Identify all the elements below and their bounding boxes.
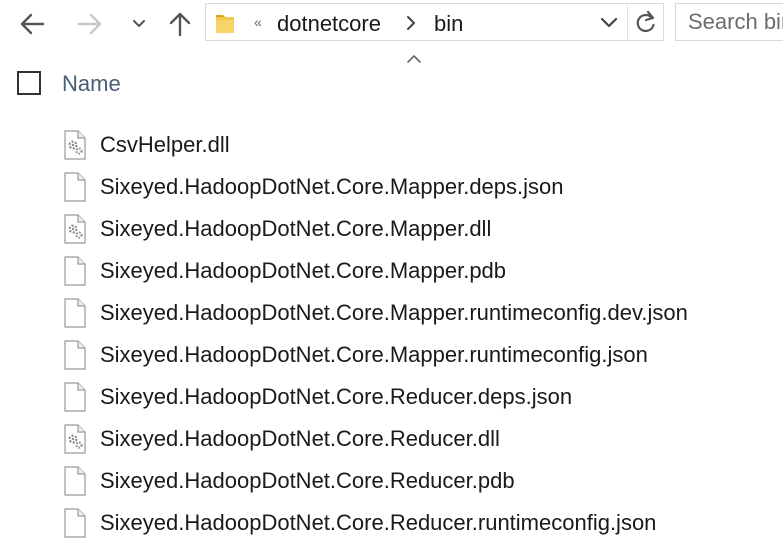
list-item[interactable]: Sixeyed.HadoopDotNet.Core.Mapper.runtime… <box>0 334 783 376</box>
file-name: Sixeyed.HadoopDotNet.Core.Reducer.pdb <box>100 468 515 493</box>
generic-file-icon <box>64 382 86 412</box>
address-divider <box>627 4 628 40</box>
file-name: Sixeyed.HadoopDotNet.Core.Mapper.runtime… <box>100 342 648 367</box>
refresh-button[interactable] <box>629 4 663 40</box>
chevron-down-icon <box>133 20 145 27</box>
generic-file-icon <box>64 172 86 202</box>
generic-file-icon <box>64 256 86 286</box>
generic-file-icon <box>64 508 86 538</box>
dll-file-icon <box>64 214 86 244</box>
up-button[interactable] <box>162 6 198 42</box>
column-header-name[interactable]: Name <box>62 69 121 99</box>
folder-icon <box>216 15 234 33</box>
generic-file-icon <box>64 466 86 496</box>
breadcrumb-overflow-button[interactable]: « <box>254 11 262 33</box>
list-item[interactable]: CsvHelper.dll <box>0 124 783 166</box>
file-name: Sixeyed.HadoopDotNet.Core.Mapper.deps.js… <box>100 174 564 199</box>
breadcrumb-separator-icon[interactable] <box>404 15 418 31</box>
dll-file-icon <box>64 130 86 160</box>
navigation-toolbar: « dotnetcore bin <box>0 0 783 48</box>
address-bar[interactable]: « dotnetcore bin <box>205 3 664 41</box>
file-name: Sixeyed.HadoopDotNet.Core.Mapper.runtime… <box>100 300 688 325</box>
select-all-checkbox[interactable] <box>17 71 41 95</box>
search-input[interactable] <box>676 4 783 40</box>
file-name: Sixeyed.HadoopDotNet.Core.Reducer.runtim… <box>100 510 657 535</box>
breadcrumb-dotnetcore[interactable]: dotnetcore <box>277 11 381 37</box>
generic-file-icon <box>64 340 86 370</box>
list-item[interactable]: Sixeyed.HadoopDotNet.Core.Mapper.deps.js… <box>0 166 783 208</box>
breadcrumb-bin[interactable]: bin <box>434 11 463 37</box>
refresh-icon <box>636 10 655 33</box>
file-name: Sixeyed.HadoopDotNet.Core.Reducer.dll <box>100 426 500 451</box>
search-box[interactable] <box>675 3 783 41</box>
file-name: CsvHelper.dll <box>100 132 230 157</box>
list-item[interactable]: Sixeyed.HadoopDotNet.Core.Mapper.dll <box>0 208 783 250</box>
generic-file-icon <box>64 298 86 328</box>
file-list: CsvHelper.dll Sixeyed.HadoopDotNet.Core.… <box>0 124 783 544</box>
arrow-left-icon <box>20 13 45 35</box>
sort-ascending-icon <box>407 55 421 63</box>
file-name: Sixeyed.HadoopDotNet.Core.Mapper.dll <box>100 216 492 241</box>
file-name: Sixeyed.HadoopDotNet.Core.Reducer.deps.j… <box>100 384 573 409</box>
back-button[interactable] <box>14 6 50 42</box>
list-item[interactable]: Sixeyed.HadoopDotNet.Core.Mapper.runtime… <box>0 292 783 334</box>
dll-file-icon <box>64 424 86 454</box>
list-item[interactable]: Sixeyed.HadoopDotNet.Core.Reducer.runtim… <box>0 502 783 544</box>
file-explorer-window: « dotnetcore bin Search bin Name CsvHelp… <box>0 0 783 560</box>
recent-locations-button[interactable] <box>122 6 156 42</box>
list-item[interactable]: Sixeyed.HadoopDotNet.Core.Reducer.deps.j… <box>0 376 783 418</box>
arrow-up-icon <box>169 12 191 37</box>
file-name: Sixeyed.HadoopDotNet.Core.Mapper.pdb <box>100 258 507 283</box>
chevron-down-icon <box>600 17 618 28</box>
arrow-right-icon <box>77 13 102 35</box>
list-item[interactable]: Sixeyed.HadoopDotNet.Core.Reducer.pdb <box>0 460 783 502</box>
address-history-button[interactable] <box>595 11 623 35</box>
forward-button[interactable] <box>72 6 108 42</box>
list-item[interactable]: Sixeyed.HadoopDotNet.Core.Reducer.dll <box>0 418 783 460</box>
list-item[interactable]: Sixeyed.HadoopDotNet.Core.Mapper.pdb <box>0 250 783 292</box>
